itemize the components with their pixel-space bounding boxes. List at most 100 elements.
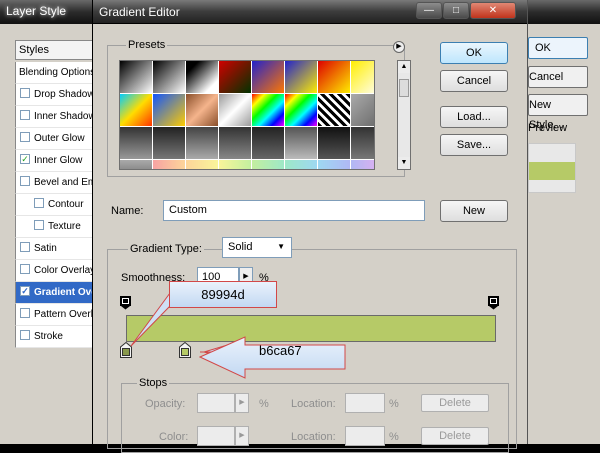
preset-swatch[interactable] — [219, 160, 251, 169]
style-item[interactable]: Bevel and Emboss — [15, 172, 95, 194]
style-checkbox[interactable] — [20, 132, 30, 143]
scroll-thumb[interactable] — [399, 79, 409, 97]
maximize-icon[interactable]: □ — [443, 2, 469, 19]
minimize-icon[interactable]: — — [416, 2, 442, 19]
style-item[interactable]: Outer Glow — [15, 128, 95, 150]
preset-swatch[interactable] — [351, 61, 374, 93]
color-stop[interactable] — [179, 342, 192, 358]
style-item[interactable]: ✓ Inner Glow — [15, 150, 95, 172]
style-item[interactable]: Texture — [15, 216, 95, 238]
style-checkbox[interactable]: ✓ — [20, 154, 30, 165]
preset-swatch[interactable] — [318, 61, 350, 93]
style-checkbox[interactable] — [20, 88, 30, 99]
styles-header[interactable]: Styles — [15, 40, 95, 60]
preset-swatch[interactable] — [219, 61, 251, 93]
gradient-type-select[interactable]: Solid ▼ — [222, 237, 292, 258]
gradient-editor-titlebar[interactable]: Gradient Editor — □ ✕ — [93, 0, 527, 24]
style-checkbox[interactable]: ✓ — [20, 286, 30, 297]
load-button[interactable]: Load... — [440, 106, 508, 128]
preset-swatch[interactable] — [252, 94, 284, 126]
preset-swatch-grid — [119, 60, 375, 170]
preset-swatch[interactable] — [219, 127, 251, 159]
preset-swatch[interactable] — [318, 94, 350, 126]
style-checkbox[interactable] — [20, 176, 30, 187]
preset-swatch[interactable] — [186, 61, 218, 93]
preset-swatch[interactable] — [318, 127, 350, 159]
preset-swatch[interactable] — [186, 127, 218, 159]
style-checkbox[interactable] — [20, 330, 30, 341]
style-item[interactable]: ✓ Gradient Overlay — [15, 282, 95, 304]
opacity-input[interactable] — [197, 393, 235, 413]
style-item[interactable]: Satin — [15, 238, 95, 260]
preset-swatch[interactable] — [252, 61, 284, 93]
style-checkbox[interactable] — [20, 242, 30, 253]
style-checkbox[interactable] — [34, 198, 44, 209]
new-style-button[interactable]: New Style... — [528, 94, 588, 131]
preset-swatch[interactable] — [153, 127, 185, 159]
style-item[interactable]: Pattern Overlay — [15, 304, 95, 326]
swatch-scrollbar[interactable]: ▲ ▼ — [397, 60, 411, 170]
name-label: Name: — [111, 205, 144, 217]
style-item-label: Texture — [48, 221, 81, 232]
preset-swatch[interactable] — [351, 127, 374, 159]
gradient-type-value: Solid — [228, 241, 253, 253]
cancel-button[interactable]: Cancel — [440, 70, 508, 92]
style-checkbox[interactable] — [34, 220, 44, 231]
color-stop[interactable] — [120, 342, 132, 358]
color-location-input[interactable] — [345, 426, 385, 446]
name-input[interactable]: Custom — [163, 200, 425, 221]
preset-swatch[interactable] — [153, 160, 185, 169]
style-item[interactable]: Stroke — [15, 326, 95, 348]
style-item-label: Outer Glow — [34, 133, 85, 144]
color-delete-button[interactable]: Delete — [421, 427, 489, 445]
preset-swatch[interactable] — [285, 61, 317, 93]
opacity-unit: % — [259, 398, 269, 410]
preview-label: Preview — [528, 122, 568, 134]
preset-swatch[interactable] — [120, 127, 152, 159]
preset-swatch[interactable] — [285, 94, 317, 126]
style-checkbox[interactable] — [20, 110, 30, 121]
preset-swatch[interactable] — [252, 160, 284, 169]
style-item-label: Satin — [34, 243, 57, 254]
color-swatch[interactable] — [197, 426, 235, 446]
preview-checkbox-label[interactable]: Preview — [528, 122, 567, 134]
style-item[interactable]: Drop Shadow — [15, 84, 95, 106]
opacity-location-unit: % — [389, 398, 399, 410]
preset-swatch[interactable] — [252, 127, 284, 159]
style-item[interactable]: Blending Options — [15, 62, 95, 84]
opacity-stop-right[interactable] — [488, 296, 499, 310]
preset-swatch[interactable] — [351, 160, 374, 169]
layer-style-ok-button[interactable]: OK — [528, 37, 588, 59]
preset-swatch[interactable] — [285, 127, 317, 159]
preset-swatch[interactable] — [120, 61, 152, 93]
opacity-stop-left[interactable] — [120, 296, 131, 310]
close-icon[interactable]: ✕ — [470, 2, 516, 19]
presets-menu-icon[interactable]: ▶ — [393, 41, 405, 53]
preset-swatch[interactable] — [120, 94, 152, 126]
style-checkbox[interactable] — [20, 308, 30, 319]
style-checkbox[interactable] — [20, 264, 30, 275]
style-item[interactable]: Inner Shadow — [15, 106, 95, 128]
style-item[interactable]: Contour — [15, 194, 95, 216]
scroll-down-icon[interactable]: ▼ — [398, 157, 410, 169]
preset-swatch[interactable] — [219, 94, 251, 126]
layer-style-cancel-button[interactable]: Cancel — [528, 66, 588, 88]
preset-swatch[interactable] — [351, 94, 374, 126]
preset-swatch[interactable] — [318, 160, 350, 169]
opacity-label: Opacity: — [145, 398, 186, 410]
preset-swatch[interactable] — [153, 94, 185, 126]
preset-swatch[interactable] — [186, 160, 218, 169]
preset-swatch[interactable] — [285, 160, 317, 169]
opacity-arrow-icon[interactable]: ▶ — [235, 393, 249, 413]
color-arrow-icon[interactable]: ▶ — [235, 426, 249, 446]
ok-button[interactable]: OK — [440, 42, 508, 64]
save-button[interactable]: Save... — [440, 134, 508, 156]
preset-swatch[interactable] — [153, 61, 185, 93]
opacity-location-input[interactable] — [345, 393, 385, 413]
new-button[interactable]: New — [440, 200, 508, 222]
style-item[interactable]: Color Overlay — [15, 260, 95, 282]
preset-swatch[interactable] — [186, 94, 218, 126]
scroll-up-icon[interactable]: ▲ — [398, 61, 410, 73]
opacity-delete-button[interactable]: Delete — [421, 394, 489, 412]
preset-swatch[interactable] — [120, 160, 152, 169]
